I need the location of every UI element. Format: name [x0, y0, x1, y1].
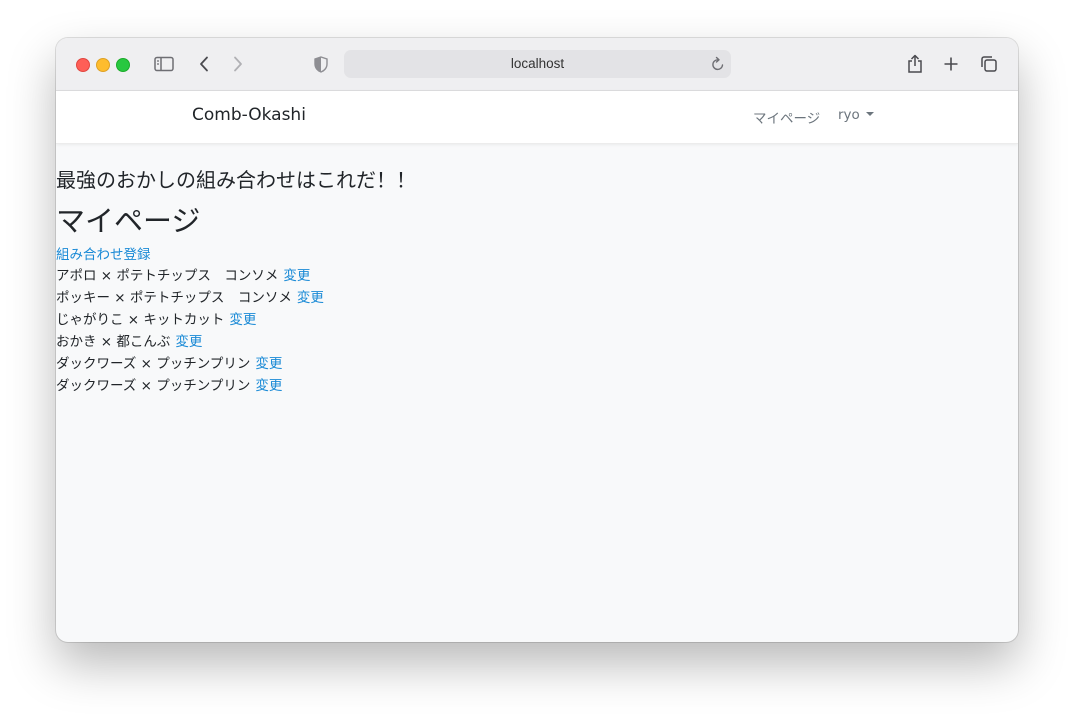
combination-text: おかき × 都こんぶ [56, 334, 171, 350]
combination-text: じゃがりこ × キットカット [56, 312, 225, 328]
page-title: マイページ [56, 204, 201, 238]
edit-combination-link[interactable]: 変更 [255, 378, 282, 394]
edit-combination-link[interactable]: 変更 [229, 312, 256, 328]
combination-row: ダックワーズ × プッチンプリン 変更 [56, 353, 324, 375]
browser-toolbar: localhost [56, 38, 1018, 91]
site-navbar: Comb-Okashi マイページ ryo [56, 91, 1018, 144]
combination-row: じゃがりこ × キットカット 変更 [56, 309, 324, 331]
reload-icon[interactable] [711, 56, 725, 76]
tabs-overview-icon[interactable] [979, 52, 999, 76]
combination-text: アポロ × ポテトチップス コンソメ [56, 268, 279, 284]
user-name: ryo [838, 107, 860, 123]
brand-link[interactable]: Comb-Okashi [192, 105, 306, 125]
back-chevron-icon[interactable] [194, 52, 214, 76]
new-tab-plus-icon[interactable] [941, 52, 961, 76]
combination-text: ポッキー × ポテトチップス コンソメ [56, 290, 292, 306]
combination-text: ダックワーズ × プッチンプリン [56, 356, 251, 372]
edit-combination-link[interactable]: 変更 [283, 268, 310, 284]
combination-row: アポロ × ポテトチップス コンソメ 変更 [56, 265, 324, 287]
url-text: localhost [510, 56, 565, 71]
combination-row: ダックワーズ × プッチンプリン 変更 [56, 375, 324, 397]
share-icon[interactable] [905, 52, 925, 76]
combination-list: アポロ × ポテトチップス コンソメ 変更 ポッキー × ポテトチップス コンソメ変… [56, 265, 324, 397]
combination-text: ダックワーズ × プッチンプリン [56, 378, 251, 394]
user-dropdown-toggle[interactable]: ryo [838, 107, 874, 123]
edit-combination-link[interactable]: 変更 [175, 334, 202, 350]
combination-row: おかき × 都こんぶ 変更 [56, 331, 324, 353]
edit-combination-link[interactable]: 変更 [297, 290, 324, 306]
zoom-window-button[interactable] [116, 58, 130, 72]
site-tagline: 最強のおかしの組み合わせはこれだ！！ [56, 168, 416, 192]
sidebar-icon[interactable] [152, 52, 176, 76]
forward-chevron-icon[interactable] [228, 52, 248, 76]
close-window-button[interactable] [76, 58, 90, 72]
register-combination-link[interactable]: 組み合わせ登録 [56, 243, 151, 263]
edit-combination-link[interactable]: 変更 [255, 356, 282, 372]
address-bar[interactable]: localhost [344, 50, 731, 78]
browser-window: localhost Comb-Okashi マイページ ryo 最強のおかしの組… [56, 38, 1018, 642]
minimize-window-button[interactable] [96, 58, 110, 72]
combination-row: ポッキー × ポテトチップス コンソメ 変更 [56, 287, 324, 309]
nav-mypage-link[interactable]: マイページ [753, 107, 820, 127]
privacy-shield-icon[interactable] [311, 52, 331, 76]
caret-down-icon [865, 112, 874, 116]
